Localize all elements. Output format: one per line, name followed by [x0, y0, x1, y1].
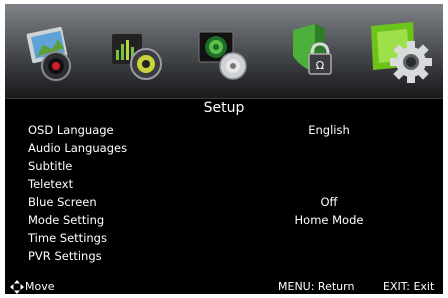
page-title: Setup — [203, 100, 245, 116]
gear-icon[interactable] — [367, 18, 433, 86]
settings-item-blue-screen[interactable]: Blue Screen — [28, 194, 97, 210]
movie-icon[interactable] — [195, 20, 253, 84]
move-hint: Move — [25, 280, 55, 293]
settings-item-time-settings[interactable]: Time Settings — [28, 230, 107, 246]
music-icon[interactable] — [108, 20, 166, 84]
move-arrows-icon — [10, 280, 24, 294]
osd-language-value: English — [308, 123, 350, 137]
menu-return-hint: MENU: Return — [278, 280, 355, 293]
main-menu-bar: Ω — [5, 4, 443, 98]
svg-text:Ω: Ω — [316, 59, 324, 72]
exit-hint: EXIT: Exit — [383, 280, 435, 293]
settings-item-audio-languages[interactable]: Audio Languages — [28, 140, 127, 156]
settings-item-pvr-settings[interactable]: PVR Settings — [28, 248, 102, 264]
settings-item-teletext[interactable]: Teletext — [28, 176, 73, 192]
settings-item-osd-language[interactable]: OSD Language — [28, 122, 114, 138]
settings-item-subtitle[interactable]: Subtitle — [28, 158, 72, 174]
lock-icon[interactable]: Ω — [285, 20, 343, 84]
mode-setting-value: Home Mode — [294, 213, 364, 227]
settings-item-mode-setting[interactable]: Mode Setting — [28, 212, 104, 228]
picture-icon[interactable] — [23, 20, 81, 84]
setup-screen: Ω Setup OSD Language English Audio Langu… — [5, 4, 443, 294]
blue-screen-value: Off — [320, 195, 338, 209]
